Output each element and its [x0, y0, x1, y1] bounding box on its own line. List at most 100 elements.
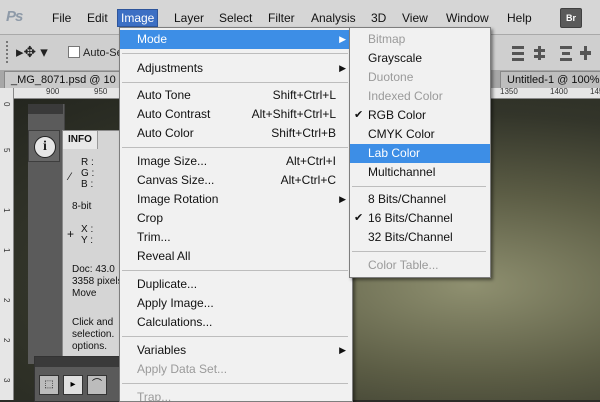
menu-item-duplicate[interactable]: Duplicate...	[120, 275, 352, 294]
ruler-tick: 1450	[590, 87, 600, 96]
menu-separator	[352, 186, 486, 187]
menu-item-label: Canvas Size...	[137, 173, 215, 187]
bridge-button[interactable]: Br	[560, 8, 582, 28]
menu-item-shortcut: Alt+Ctrl+I	[285, 154, 336, 168]
ruler-tick: 2	[2, 298, 11, 303]
menu-3d[interactable]: 3D	[371, 10, 386, 26]
tab-info[interactable]: INFO	[63, 131, 98, 149]
menu-item-label: Crop	[137, 211, 164, 225]
auto-select-checkbox[interactable]	[68, 46, 80, 58]
menu-item-auto-contrast[interactable]: Auto Contrast Alt+Shift+Ctrl+L	[120, 105, 352, 124]
menu-item-label: Bitmap	[368, 32, 406, 46]
mode-item-indexed-color: Indexed Color	[350, 87, 490, 106]
menu-item-reveal-all[interactable]: Reveal All	[120, 247, 352, 266]
menu-edit[interactable]: Edit	[87, 10, 108, 26]
menu-item-shortcut: Shift+Ctrl+L	[272, 88, 336, 102]
mode-submenu: Bitmap Grayscale Duotone Indexed Color ✔…	[349, 27, 491, 278]
menu-filter[interactable]: Filter	[268, 10, 295, 26]
menu-item-label: Auto Tone	[137, 88, 191, 102]
mode-item-8-bits[interactable]: 8 Bits/Channel	[350, 190, 490, 209]
menu-item-label: Image Size...	[137, 154, 208, 168]
menu-item-auto-tone[interactable]: Auto Tone Shift+Ctrl+L	[120, 86, 352, 105]
menu-view[interactable]: View	[402, 10, 428, 26]
menu-item-calculations[interactable]: Calculations...	[120, 313, 352, 332]
info-panel-button[interactable]: i	[28, 130, 60, 162]
mode-item-16-bits[interactable]: ✔ 16 Bits/Channel	[350, 209, 490, 228]
info-icon: i	[34, 136, 56, 158]
menu-separator	[352, 251, 486, 252]
mode-item-32-bits[interactable]: 32 Bits/Channel	[350, 228, 490, 247]
photoshop-logo: Ps	[6, 8, 23, 25]
info-y: Y :	[81, 235, 94, 246]
menu-item-label: Multichannel	[368, 165, 436, 179]
ruler-tick: 2	[2, 338, 11, 343]
vertical-ruler: 0 5 1 1 2 2 3	[0, 88, 14, 400]
lasso-tool-icon[interactable]: ⌒	[87, 375, 107, 395]
mode-item-rgb-color[interactable]: ✔ RGB Color	[350, 106, 490, 125]
tab-mg8071[interactable]: _MG_8071.psd @ 10	[4, 71, 136, 89]
menu-item-variables[interactable]: Variables ▶	[120, 341, 352, 360]
panel-dock-header[interactable]	[28, 104, 63, 114]
info-b: B :	[81, 179, 94, 190]
info-hint-3: options.	[72, 341, 108, 352]
menu-image[interactable]: Image	[117, 9, 159, 27]
mode-item-color-table: Color Table...	[350, 256, 490, 275]
move-tool-icon[interactable]: ▸✥ ▾	[16, 43, 50, 63]
menu-item-label: Lab Color	[368, 146, 421, 160]
mode-item-cmyk-color[interactable]: CMYK Color	[350, 125, 490, 144]
info-bit-depth: 8-bit	[72, 201, 92, 212]
menu-item-label: Duotone	[368, 70, 414, 84]
info-hint-1: Click and	[72, 317, 114, 328]
menu-item-image-rotation[interactable]: Image Rotation ▶	[120, 190, 352, 209]
tools-panel-header[interactable]	[35, 357, 121, 367]
ruler-tick: 1350	[500, 87, 518, 96]
submenu-arrow-icon: ▶	[339, 34, 346, 44]
align-icons[interactable]	[508, 43, 598, 63]
info-x: X :	[81, 224, 94, 235]
mode-item-multichannel[interactable]: Multichannel	[350, 163, 490, 182]
ruler-tick: 3	[2, 378, 11, 383]
menu-layer[interactable]: Layer	[174, 10, 204, 26]
menu-help[interactable]: Help	[507, 10, 532, 26]
info-g: G :	[81, 168, 95, 179]
menu-select[interactable]: Select	[219, 10, 252, 26]
mode-item-grayscale[interactable]: Grayscale	[350, 49, 490, 68]
info-r: R :	[81, 157, 94, 168]
menu-file[interactable]: File	[52, 10, 71, 26]
auto-select-option[interactable]: Auto-Se	[68, 46, 123, 59]
auto-select-label: Auto-Se	[83, 47, 123, 59]
menu-separator	[122, 147, 348, 148]
menu-item-label: Duplicate...	[137, 277, 198, 291]
menu-separator	[122, 53, 348, 54]
menu-window[interactable]: Window	[446, 10, 489, 26]
ruler-tick: 1	[2, 248, 11, 253]
grip-icon[interactable]	[6, 41, 10, 63]
menu-item-auto-color[interactable]: Auto Color Shift+Ctrl+B	[120, 124, 352, 143]
info-panel: INFO ⁄ R : G : B : 8-bit + X : Y : Doc: …	[62, 130, 122, 358]
tools-panel: ⬚ ▸ ⌒	[34, 356, 122, 402]
menu-item-shortcut: Alt+Ctrl+C	[280, 173, 336, 187]
menu-item-label: Trim...	[137, 230, 171, 244]
marquee-tool-icon[interactable]: ⬚	[39, 375, 59, 395]
menu-item-apply-image[interactable]: Apply Image...	[120, 294, 352, 313]
info-doc-pixels: 3358 pixels	[72, 276, 122, 287]
submenu-arrow-icon: ▶	[339, 194, 346, 204]
menu-item-label: Auto Contrast	[137, 107, 211, 121]
menu-item-canvas-size[interactable]: Canvas Size... Alt+Ctrl+C	[120, 171, 352, 190]
menu-separator	[122, 383, 348, 384]
menu-item-label: RGB Color	[368, 108, 427, 122]
menu-item-mode[interactable]: Mode ▶	[120, 30, 352, 49]
menu-item-adjustments[interactable]: Adjustments ▶	[120, 59, 352, 78]
checkmark-icon: ✔	[354, 109, 364, 121]
menu-item-trim[interactable]: Trim...	[120, 228, 352, 247]
menu-item-shortcut: Alt+Shift+Ctrl+L	[251, 107, 336, 121]
mode-item-bitmap: Bitmap	[350, 30, 490, 49]
menu-item-crop[interactable]: Crop	[120, 209, 352, 228]
info-tool-name: Move	[72, 288, 97, 299]
menu-analysis[interactable]: Analysis	[311, 10, 356, 26]
menu-item-label: Image Rotation	[137, 192, 219, 206]
ruler-tick: 950	[94, 87, 108, 96]
mode-item-lab-color[interactable]: Lab Color	[350, 144, 490, 163]
move-tool-button-icon[interactable]: ▸	[63, 375, 83, 395]
menu-item-image-size[interactable]: Image Size... Alt+Ctrl+I	[120, 152, 352, 171]
